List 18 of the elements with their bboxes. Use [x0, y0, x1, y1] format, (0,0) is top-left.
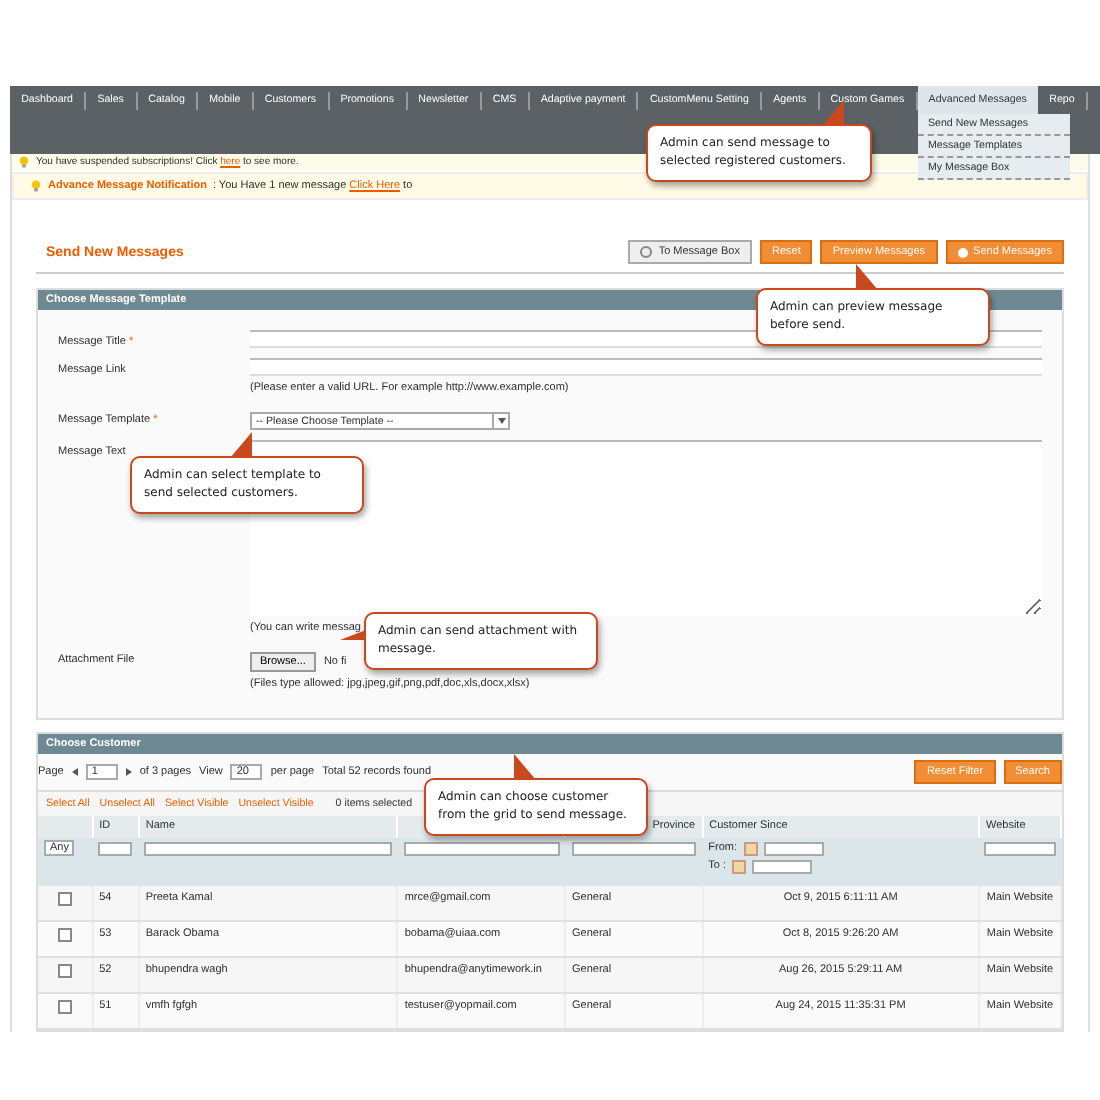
previous-page-icon[interactable] [71, 767, 78, 775]
lightbulb-icon [30, 180, 42, 192]
filter-input[interactable] [984, 841, 1055, 855]
caret-icon[interactable] [497, 418, 505, 424]
date-input[interactable] [763, 841, 823, 855]
circle-icon [640, 246, 653, 258]
filter-input[interactable] [144, 841, 392, 855]
row-checkbox[interactable] [57, 927, 72, 941]
next-page-icon[interactable] [125, 767, 132, 775]
row-checkbox[interactable] [57, 963, 72, 977]
filter-input[interactable] [403, 841, 559, 855]
row-checkbox[interactable] [57, 999, 72, 1013]
text-input-field[interactable] [250, 357, 1042, 375]
filter-input[interactable] [98, 841, 133, 855]
lightbulb-icon [18, 156, 30, 168]
row-checkbox[interactable] [57, 891, 72, 905]
filter-input[interactable] [571, 841, 697, 855]
date-input[interactable] [752, 859, 812, 873]
